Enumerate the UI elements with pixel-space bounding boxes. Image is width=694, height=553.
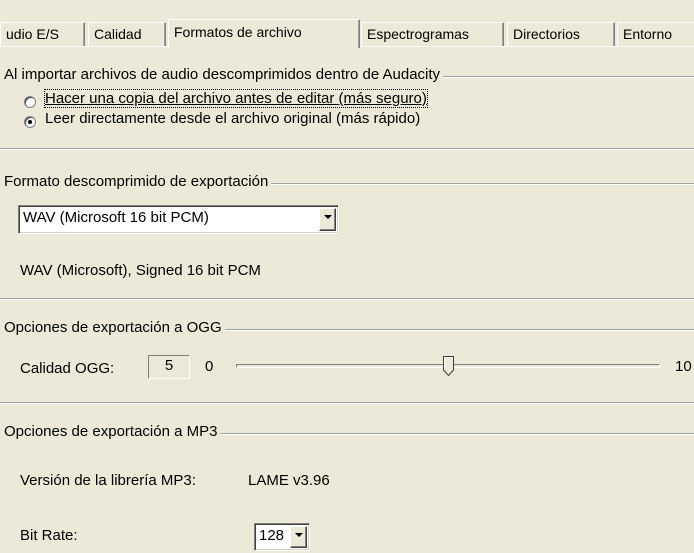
ogg-group-title: Opciones de exportación a OGG	[0, 319, 225, 336]
section-divider	[0, 148, 694, 150]
radio-copy-before-edit-label[interactable]: Hacer una copia del archivo antes de edi…	[44, 89, 428, 108]
radio-selected-dot	[28, 120, 32, 124]
mp3-group-title: Opciones de exportación a MP3	[0, 423, 221, 440]
section-divider	[0, 298, 694, 300]
ogg-slider-min-label: 0	[205, 358, 214, 375]
tab-directorios[interactable]: Directorios	[507, 22, 615, 46]
tab-label: Calidad	[94, 26, 142, 42]
export-format-selected-value: WAV (Microsoft 16 bit PCM)	[23, 209, 209, 226]
chevron-down-icon	[324, 215, 332, 219]
tab-formatos-de-archivo[interactable]: Formatos de archivo	[168, 19, 360, 48]
import-group-title: Al importar archivos de audio descomprim…	[0, 66, 444, 83]
export-format-description: WAV (Microsoft), Signed 16 bit PCM	[20, 262, 261, 279]
chevron-down-icon	[295, 533, 303, 537]
ogg-quality-value: 5	[148, 355, 190, 379]
ogg-quality-label: Calidad OGG:	[20, 360, 115, 377]
tab-espectrogramas[interactable]: Espectrogramas	[361, 22, 504, 46]
tab-entorno[interactable]: Entorno	[617, 22, 694, 46]
radio-read-directly[interactable]	[24, 116, 36, 128]
tab-label: Directorios	[513, 26, 580, 42]
tab-audio-es[interactable]: udio E/S	[0, 22, 85, 46]
tab-label: Entorno	[623, 26, 673, 42]
tab-label: Espectrogramas	[367, 26, 469, 42]
radio-read-directly-label[interactable]: Leer directamente desde el archivo origi…	[45, 110, 420, 127]
bitrate-dropdown-button[interactable]	[290, 526, 307, 548]
tab-label: Formatos de archivo	[174, 24, 302, 40]
export-format-select[interactable]: WAV (Microsoft 16 bit PCM)	[18, 205, 339, 234]
bitrate-label: Bit Rate:	[20, 527, 78, 544]
preferences-tab-strip: udio E/S Calidad Formatos de archivo Esp…	[0, 0, 694, 48]
ogg-quality-slider-thumb[interactable]	[443, 356, 454, 376]
ogg-slider-max-label: 10	[675, 358, 692, 375]
tab-label: udio E/S	[6, 26, 59, 42]
mp3-library-version-value: LAME v3.96	[248, 472, 330, 489]
radio-copy-before-edit[interactable]	[24, 96, 36, 108]
mp3-library-version-label: Versión de la librería MP3:	[20, 472, 196, 489]
bitrate-select[interactable]: 128	[254, 523, 310, 551]
tab-calidad[interactable]: Calidad	[88, 22, 166, 46]
export-format-group-title: Formato descomprimido de exportación	[0, 173, 272, 190]
bitrate-selected-value: 128	[259, 527, 285, 544]
export-format-dropdown-button[interactable]	[319, 208, 336, 231]
section-divider	[0, 402, 694, 404]
